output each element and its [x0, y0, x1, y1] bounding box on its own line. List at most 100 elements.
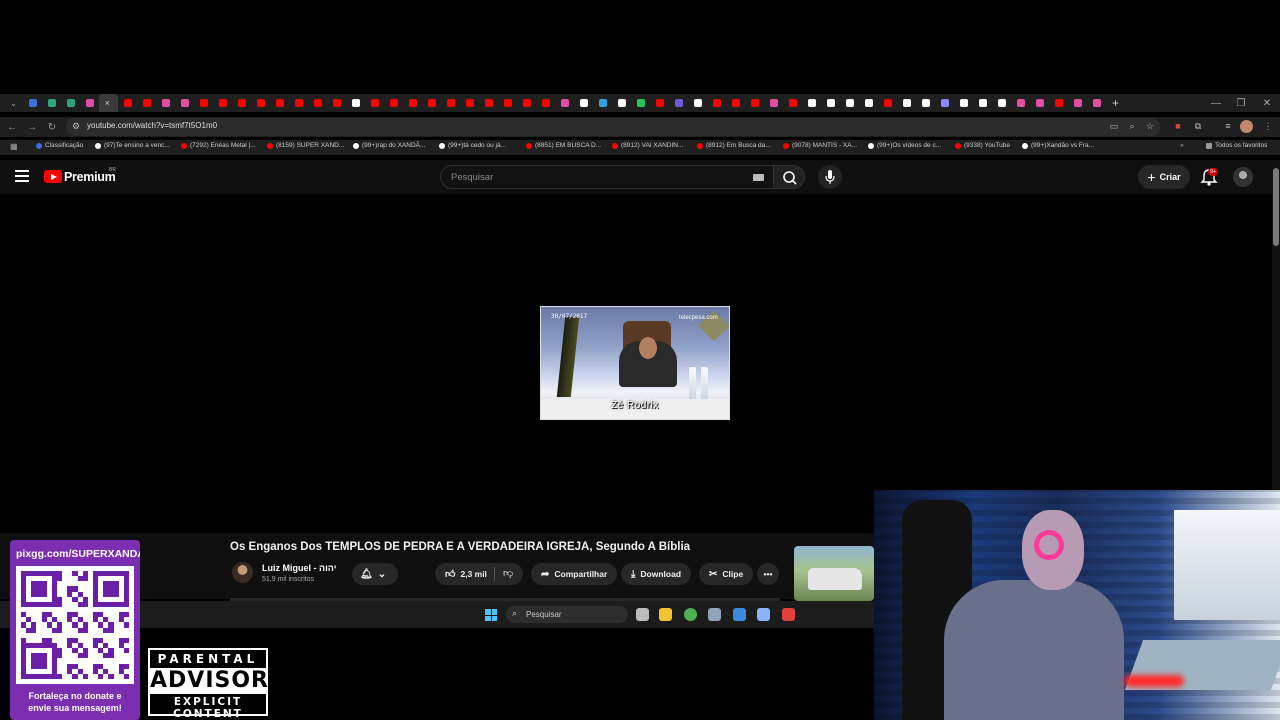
bookmark-item[interactable]: (99+)tá cedo ou já...: [439, 142, 506, 149]
browser-tab[interactable]: [574, 94, 593, 112]
bookmark-item[interactable]: (8851) EM BUSCA D...: [526, 142, 601, 149]
bookmark-star-icon[interactable]: ☆: [1144, 121, 1156, 133]
browser-tab[interactable]: [61, 94, 80, 112]
browser-tab[interactable]: [327, 94, 346, 112]
browser-tab[interactable]: [555, 94, 574, 112]
browser-tab[interactable]: [840, 94, 859, 112]
site-info-icon[interactable]: ⚙: [70, 121, 82, 133]
share-button[interactable]: ➦ Compartilhar: [531, 563, 618, 585]
task-view-icon[interactable]: [636, 608, 649, 621]
all-bookmarks[interactable]: Todos os favoritos: [1206, 142, 1267, 149]
browser-tab[interactable]: [669, 94, 688, 112]
browser-tab[interactable]: [593, 94, 612, 112]
file-explorer-icon[interactable]: [659, 608, 672, 621]
browser-tab[interactable]: [308, 94, 327, 112]
browser-tab[interactable]: [631, 94, 650, 112]
browser-tab[interactable]: [821, 94, 840, 112]
cast-icon[interactable]: ▭: [1108, 121, 1120, 133]
reload-icon[interactable]: ↻: [44, 117, 60, 137]
video-player[interactable]: 30/07/2017 telecpesa.com Zé Rodrix: [540, 306, 730, 420]
bookmark-item[interactable]: (7292) Enéas Metal |...: [181, 142, 256, 149]
browser-tab[interactable]: [1087, 94, 1106, 112]
menu-icon[interactable]: ⋮: [1262, 121, 1274, 133]
browser-tab[interactable]: [745, 94, 764, 112]
minimize-icon[interactable]: —: [1203, 94, 1229, 112]
bookmark-item[interactable]: (97)Te ensino a venc...: [95, 142, 170, 149]
bookmark-item[interactable]: Classificação: [36, 142, 83, 149]
browser-tab[interactable]: [384, 94, 403, 112]
browser-tab[interactable]: [973, 94, 992, 112]
app-diamond-icon[interactable]: [757, 608, 770, 621]
search-input[interactable]: Pesquisar: [440, 165, 774, 189]
browser-tab[interactable]: [175, 94, 194, 112]
tab-search-button[interactable]: ⌄: [4, 94, 23, 112]
browser-tab[interactable]: [954, 94, 973, 112]
new-tab-button[interactable]: +: [1106, 94, 1125, 112]
apps-grid-icon[interactable]: ▦: [10, 142, 18, 151]
youtube-logo-icon[interactable]: [44, 170, 62, 183]
browser-tab[interactable]: [346, 94, 365, 112]
more-bookmarks-icon[interactable]: »: [1180, 142, 1184, 149]
browser-tab[interactable]: [460, 94, 479, 112]
profile-avatar[interactable]: [1240, 120, 1253, 133]
browser-tab[interactable]: [441, 94, 460, 112]
browser-tab[interactable]: [289, 94, 308, 112]
media-icon[interactable]: ≡: [1222, 121, 1234, 133]
browser-tab[interactable]: [42, 94, 61, 112]
channel-name[interactable]: Luiz Miguel - יהוה: [262, 563, 336, 573]
browser-tab[interactable]: [422, 94, 441, 112]
browser-tab[interactable]: [878, 94, 897, 112]
browser-tab[interactable]: [403, 94, 422, 112]
browser-tab[interactable]: [80, 94, 99, 112]
scrollbar-thumb[interactable]: [1273, 168, 1279, 246]
browser-tab[interactable]: [156, 94, 175, 112]
settings-icon[interactable]: [708, 608, 721, 621]
search-button[interactable]: [773, 165, 805, 189]
browser-tab[interactable]: [23, 94, 42, 112]
browser-tab[interactable]: [194, 94, 213, 112]
bookmark-item[interactable]: (9338) YouTube: [955, 142, 1010, 149]
browser-tab[interactable]: [118, 94, 137, 112]
browser-tab[interactable]: [536, 94, 555, 112]
more-actions-button[interactable]: •••: [757, 563, 779, 585]
bookmark-item[interactable]: (99+)rap do XANDÃ...: [353, 142, 425, 149]
bookmark-item[interactable]: (8912) VAI XANDIN...: [612, 142, 683, 149]
bookmark-item[interactable]: (99+)Os vídeos de c...: [868, 142, 941, 149]
extensions-icon[interactable]: ⧉: [1192, 121, 1204, 133]
bookmark-item[interactable]: (8159) SUPER XAND...: [267, 142, 344, 149]
browser-tab[interactable]: [517, 94, 536, 112]
subscribed-button[interactable]: 🔔︎ ⌄: [352, 563, 398, 585]
browser-tab[interactable]: [498, 94, 517, 112]
download-button[interactable]: ⤓ Download: [621, 563, 692, 585]
back-icon[interactable]: ←: [4, 117, 20, 137]
address-bar[interactable]: ⚙ youtube.com/watch?v=tsmf7t5O1m0 ▭ ⌕ ☆: [66, 118, 1160, 136]
channel-avatar[interactable]: [232, 562, 253, 583]
bookmark-item[interactable]: (99+)Xandão vs Fra...: [1022, 142, 1094, 149]
clip-button[interactable]: ✂ Clipe: [699, 563, 754, 585]
browser-tab[interactable]: ×: [99, 94, 118, 112]
browser-tab[interactable]: [232, 94, 251, 112]
browser-tab[interactable]: [859, 94, 878, 112]
browser-tab[interactable]: [1030, 94, 1049, 112]
browser-tab[interactable]: [1068, 94, 1087, 112]
create-button[interactable]: + Criar: [1138, 165, 1190, 189]
chrome-icon[interactable]: [684, 608, 697, 621]
app-circle-icon[interactable]: [782, 608, 795, 621]
browser-tab[interactable]: [213, 94, 232, 112]
browser-tab[interactable]: [935, 94, 954, 112]
browser-tab[interactable]: [270, 94, 289, 112]
maximize-icon[interactable]: ❐: [1228, 94, 1254, 112]
browser-tab[interactable]: [137, 94, 156, 112]
browser-tab[interactable]: [707, 94, 726, 112]
bookmark-item[interactable]: (9078) MANTIS - XA...: [783, 142, 857, 149]
windows-start-icon[interactable]: [485, 609, 497, 621]
account-avatar[interactable]: [1233, 167, 1253, 187]
thumbs-down-icon[interactable]: 👎︎: [503, 567, 513, 579]
zoom-icon[interactable]: ⌕: [1126, 121, 1138, 133]
browser-tab[interactable]: [726, 94, 745, 112]
bookmark-item[interactable]: (8912) Em Busca da...: [697, 142, 771, 149]
guide-menu-icon[interactable]: [15, 170, 29, 182]
keyboard-icon[interactable]: [753, 174, 764, 181]
voice-search-button[interactable]: [818, 165, 842, 189]
browser-tab[interactable]: [479, 94, 498, 112]
